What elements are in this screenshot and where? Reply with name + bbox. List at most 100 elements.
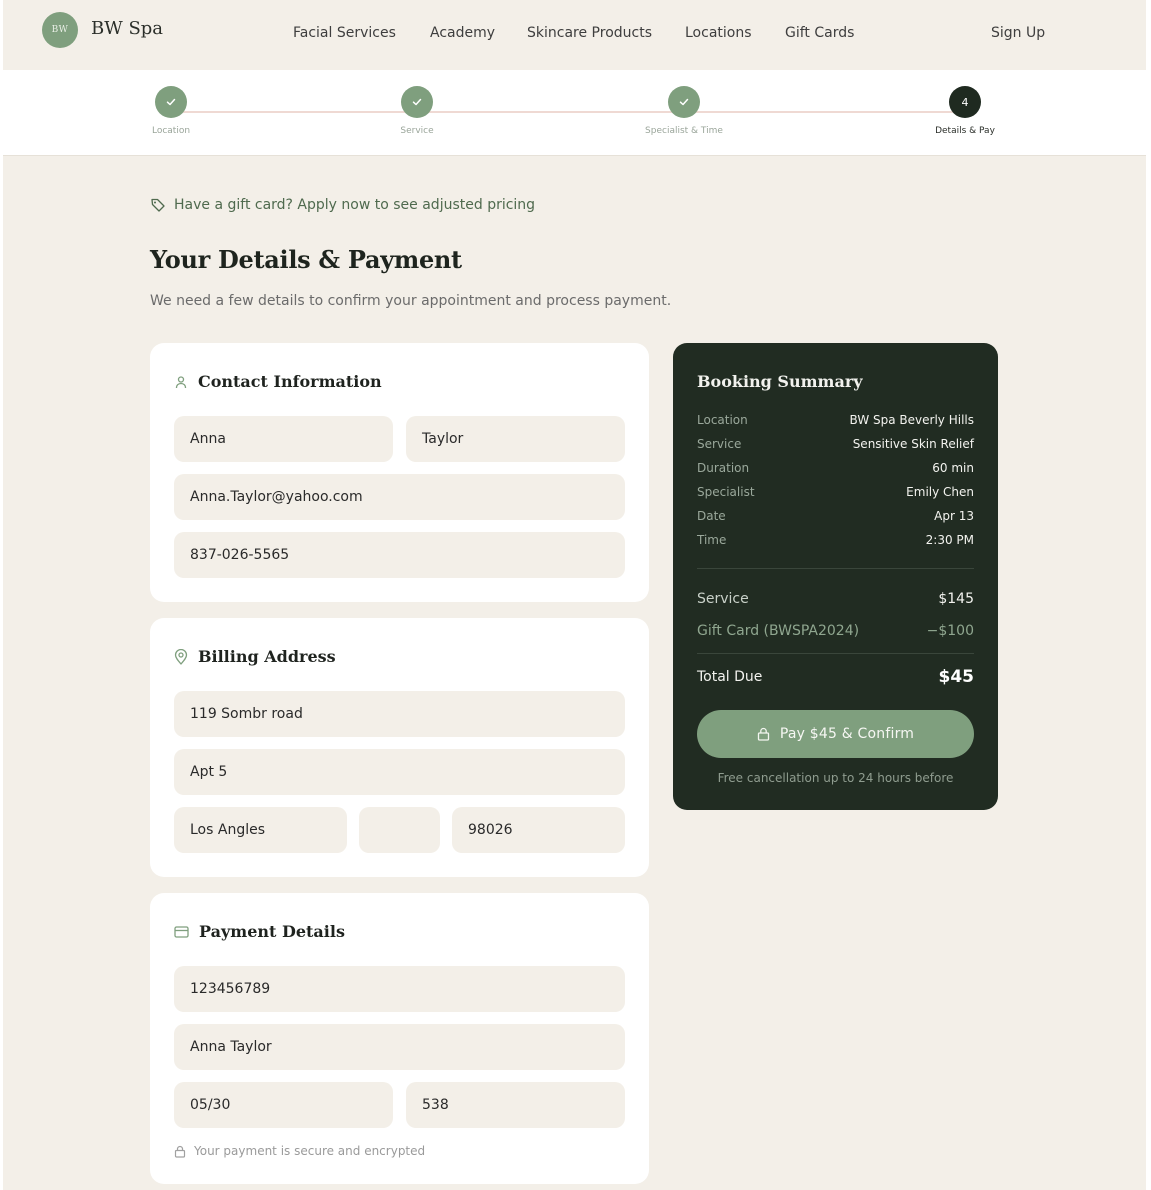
name-on-card-value: Anna Taylor [190,1039,272,1055]
price-gift-label: Gift Card (BWSPA2024) [697,623,860,639]
billing-card: Billing Address 119 Sombr road Apt 5 Los… [150,618,649,877]
contact-title: Contact Information [174,372,382,391]
summary-value: Sensitive Skin Relief [852,437,974,451]
nav-academy[interactable]: Academy [430,25,495,41]
credit-card-icon [174,925,189,938]
price-service-label: Service [697,591,749,607]
price-row-gift-card: Gift Card (BWSPA2024) −$100 [697,623,974,639]
pay-button-label: Pay $45 & Confirm [779,726,915,742]
last-name-field[interactable]: Taylor [406,416,625,462]
step-label-service: Service [400,126,434,136]
map-pin-icon [174,648,188,665]
total-value: $45 [938,667,975,687]
gift-card-link[interactable]: Have a gift card? Apply now to see adjus… [150,197,535,213]
logo[interactable]: BW [42,12,78,48]
brand-name[interactable]: BW Spa [91,18,163,39]
summary-value: BW Spa Beverly Hills [849,413,974,427]
zip-field[interactable]: 98026 [452,807,625,853]
step-label-location: Location [151,126,191,136]
name-on-card-field[interactable]: Anna Taylor [174,1024,625,1070]
expiry-field[interactable]: 05/30 [174,1082,393,1128]
cvv-field[interactable]: 538 [406,1082,625,1128]
summary-key: Service [697,437,742,451]
summary-row-time: Time 2:30 PM [697,533,974,547]
lock-icon [757,727,770,741]
cancellation-note: Free cancellation up to 24 hours before [717,771,954,785]
check-icon [679,98,689,106]
payment-title-text: Payment Details [199,922,345,941]
contact-title-text: Contact Information [198,372,382,391]
page-subtitle: We need a few details to confirm your ap… [150,293,672,309]
step-details-pay[interactable]: 4 [949,86,981,118]
step-number: 4 [961,95,969,109]
nav-gift-cards[interactable]: Gift Cards [785,25,854,41]
price-gift-value: −$100 [926,623,974,639]
phone-value: 837-026-5565 [190,547,290,563]
tag-icon [151,198,165,212]
email-value: Anna.Taylor@yahoo.com [190,489,363,505]
apt-value: Apt 5 [190,764,228,780]
first-name-field[interactable]: Anna [174,416,393,462]
street-value: 119 Sombr road [190,706,303,722]
last-name-value: Taylor [422,431,464,447]
nav-facial-services[interactable]: Facial Services [293,25,396,41]
summary-key: Duration [697,461,750,475]
page: BW BW Spa Facial Services Academy Skinca… [3,0,1146,1190]
contact-card: Contact Information Anna Taylor Anna.Tay… [150,343,649,602]
billing-title: Billing Address [174,647,336,666]
summary-title: Booking Summary [697,372,863,391]
secure-note: Your payment is secure and encrypted [174,1144,425,1158]
summary-row-specialist: Specialist Emily Chen [697,485,974,499]
summary-value: Emily Chen [906,485,974,499]
summary-key: Time [697,533,727,547]
step-service[interactable] [401,86,433,118]
stepper-track [171,111,965,113]
apt-field[interactable]: Apt 5 [174,749,625,795]
step-label-details-pay: Details & Pay [935,126,995,136]
total-label: Total Due [697,669,763,685]
summary-key: Specialist [697,485,755,499]
summary-value: 2:30 PM [925,533,974,547]
card-number-value: 123456789 [190,981,271,997]
step-label-specialist-time: Specialist & Time [645,126,723,136]
summary-value: Apr 13 [934,509,974,523]
check-icon [166,98,176,106]
lock-icon [174,1145,186,1158]
booking-summary: Booking Summary Location BW Spa Beverly … [673,343,998,810]
summary-value: 60 min [932,461,974,475]
user-icon [175,375,187,388]
top-nav: BW BW Spa Facial Services Academy Skinca… [3,0,1146,70]
phone-field[interactable]: 837-026-5565 [174,532,625,578]
street-field[interactable]: 119 Sombr road [174,691,625,737]
summary-row-date: Date Apr 13 [697,509,974,523]
nav-locations[interactable]: Locations [685,25,752,41]
step-location[interactable] [155,86,187,118]
secure-note-text: Your payment is secure and encrypted [194,1144,426,1158]
email-field[interactable]: Anna.Taylor@yahoo.com [174,474,625,520]
sign-up-link[interactable]: Sign Up [991,25,1045,41]
city-field[interactable]: Los Angles [174,807,347,853]
summary-row-location: Location BW Spa Beverly Hills [697,413,974,427]
card-number-field[interactable]: 123456789 [174,966,625,1012]
gift-card-text: Have a gift card? Apply now to see adjus… [174,197,536,213]
logo-text: BW [51,25,69,35]
summary-row-duration: Duration 60 min [697,461,974,475]
first-name-value: Anna [190,431,226,447]
nav-skincare-products[interactable]: Skincare Products [527,25,652,41]
summary-key: Date [697,509,726,523]
pay-confirm-button[interactable]: Pay $45 & Confirm [697,710,974,758]
expiry-value: 05/30 [190,1097,231,1113]
zip-value: 98026 [468,822,513,838]
step-specialist-time[interactable] [668,86,700,118]
page-title: Your Details & Payment [150,245,462,274]
price-row-total: Total Due $45 [697,667,974,687]
booking-stepper: Location Service Specialist & Time 4 Det… [3,70,1146,156]
summary-row-service: Service Sensitive Skin Relief [697,437,974,451]
price-row-service: Service $145 [697,591,974,607]
billing-title-text: Billing Address [198,647,336,666]
summary-divider [697,653,974,654]
cvv-value: 538 [422,1097,449,1113]
state-field[interactable] [359,807,440,853]
summary-divider [697,568,974,569]
payment-title: Payment Details [174,922,345,941]
